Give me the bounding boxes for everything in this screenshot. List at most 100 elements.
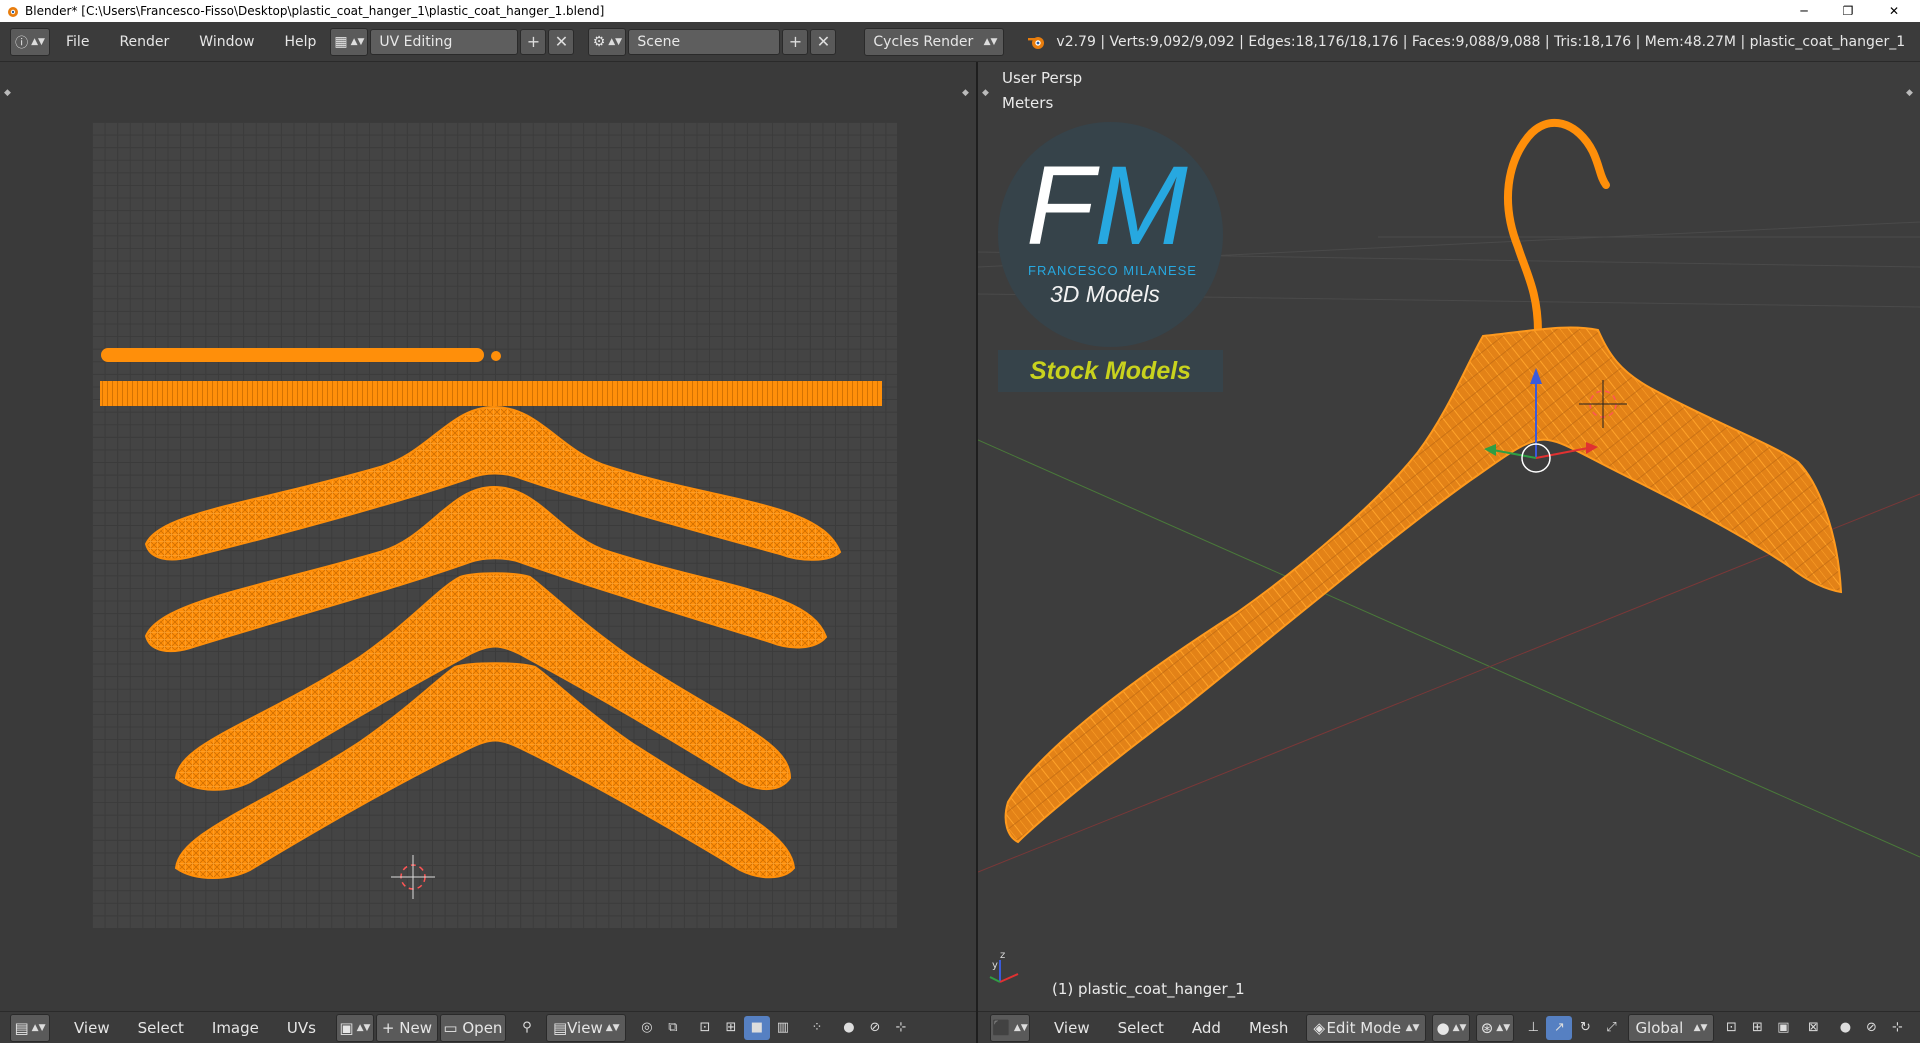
view-mode-icon: ▤ xyxy=(552,1018,568,1037)
solid-shading-icon: ● xyxy=(1436,1018,1450,1037)
restore-button[interactable]: ❐ xyxy=(1826,0,1870,22)
delete-scene-button[interactable]: ✕ xyxy=(810,28,837,55)
svg-text:y: y xyxy=(992,960,998,971)
uv-island-dot[interactable] xyxy=(491,351,501,361)
folder-icon: ▭ xyxy=(443,1018,458,1037)
menu-render[interactable]: Render xyxy=(113,28,175,56)
image-icon: ▣ xyxy=(339,1018,354,1037)
uv-island-edge-strip[interactable] xyxy=(100,381,882,406)
browse-image-button[interactable]: ▣ ▲▼ xyxy=(335,1013,374,1042)
uv-island-hook-strip[interactable] xyxy=(101,348,484,362)
transform-orientation-dropdown[interactable]: Global ▲▼ xyxy=(1628,1013,1715,1042)
limit-selection-icon[interactable]: ⊠ xyxy=(1800,1016,1826,1040)
snap-element-icon[interactable]: ⊹ xyxy=(888,1016,914,1040)
add-layout-button[interactable]: + xyxy=(520,28,547,55)
updown-arrows-icon: ▲▼ xyxy=(983,36,998,47)
face-select-icon[interactable]: ■ xyxy=(743,1015,770,1040)
pivot-point-dropdown[interactable]: ⊛ ▲▼ xyxy=(1476,1013,1515,1042)
vertex-select-icon[interactable]: ⊡ xyxy=(692,1016,718,1040)
3d-viewport[interactable]: ◆ ◆ User Persp Meters y z FM FRANCESCO M… xyxy=(978,62,1920,1011)
screen-layout-selector[interactable]: ▦ ▲▼ xyxy=(330,27,369,56)
vertex-select-mode-icon[interactable]: ⊡ xyxy=(1718,1016,1744,1040)
new-image-button[interactable]: + New xyxy=(375,1013,438,1042)
menu-select[interactable]: Select xyxy=(1104,1019,1178,1037)
proportional-edit-icon[interactable]: ● xyxy=(836,1016,862,1040)
interaction-mode-dropdown[interactable]: ◈ Edit Mode ▲▼ xyxy=(1306,1013,1427,1042)
face-select-mode-icon[interactable]: ▣ xyxy=(1770,1016,1796,1040)
info-header: ⓘ ▲▼ File Render Window Help ▦ ▲▼ UV Editi… xyxy=(0,22,1920,62)
translate-manipulator-icon[interactable]: ↗ xyxy=(1546,1015,1573,1040)
menu-file[interactable]: File xyxy=(60,28,95,56)
uv-editor-header: ▤ ▲▼ View Select Image UVs ▣ ▲▼ + New ▭ Op… xyxy=(0,1011,976,1043)
blender-logo-icon xyxy=(8,7,18,17)
close-button[interactable]: ✕ xyxy=(1872,0,1916,22)
render-engine-dropdown[interactable]: Cycles Render ▲▼ xyxy=(864,27,1005,56)
editor-type-selector[interactable]: ⬛ ▲▼ xyxy=(990,1013,1030,1042)
screen-layout-field[interactable]: UV Editing xyxy=(370,28,519,55)
scale-manipulator-icon[interactable]: ⤢ xyxy=(1598,1016,1624,1040)
image-mode-dropdown[interactable]: ▤ View ▲▼ xyxy=(545,1013,626,1042)
menu-window[interactable]: Window xyxy=(193,28,260,56)
2d-cursor-icon[interactable] xyxy=(391,855,435,899)
edge-select-mode-icon[interactable]: ⊞ xyxy=(1744,1016,1770,1040)
menu-select[interactable]: Select xyxy=(124,1019,198,1037)
plus-icon: + xyxy=(381,1018,395,1037)
stock-models-badge: Stock Models xyxy=(998,350,1223,392)
plus-icon: + xyxy=(526,32,541,51)
scene-stats: v2.79 | Verts:9,092/9,092 | Edges:18,176… xyxy=(1056,33,1906,50)
close-icon: ✕ xyxy=(554,32,569,51)
updown-arrows-icon: ▲▼ xyxy=(31,36,45,47)
3d-view-header: ⬛ ▲▼ View Select Add Mesh ◈ Edit Mode ▲▼ ● ▲… xyxy=(978,1011,1920,1043)
edge-select-icon[interactable]: ⊞ xyxy=(718,1016,744,1040)
minimize-button[interactable]: ─ xyxy=(1782,0,1826,22)
hanger-hook[interactable] xyxy=(1504,118,1610,336)
snap-magnet-icon[interactable]: ⊘ xyxy=(1858,1016,1884,1040)
menu-view[interactable]: View xyxy=(1040,1019,1104,1037)
brand-monogram: FM xyxy=(1026,143,1188,268)
menu-help[interactable]: Help xyxy=(278,28,322,56)
menu-view[interactable]: View xyxy=(60,1019,124,1037)
snap-element-icon[interactable]: ⊹ xyxy=(1884,1016,1910,1040)
svg-text:z: z xyxy=(1000,950,1005,961)
add-scene-button[interactable]: + xyxy=(782,28,809,55)
pivot-point-icon[interactable]: ◎ xyxy=(634,1016,660,1040)
menu-mesh[interactable]: Mesh xyxy=(1235,1019,1303,1037)
pin-image-icon[interactable]: ⚲ xyxy=(514,1016,540,1040)
island-select-icon[interactable]: ▥ xyxy=(770,1016,796,1040)
delete-layout-button[interactable]: ✕ xyxy=(548,28,575,55)
hanger-body[interactable] xyxy=(1004,326,1843,844)
rotate-manipulator-icon[interactable]: ↻ xyxy=(1572,1016,1598,1040)
edit-mode-icon: ◈ xyxy=(1313,1018,1325,1037)
menu-add[interactable]: Add xyxy=(1178,1019,1235,1037)
sync-selection-icon[interactable]: ⧉ xyxy=(660,1016,686,1040)
proportional-edit-icon[interactable]: ● xyxy=(1832,1016,1858,1040)
brand-name: FRANCESCO MILANESE xyxy=(1028,263,1197,278)
open-image-button[interactable]: ▭ Open xyxy=(439,1013,506,1042)
pivot-icon: ⊛ xyxy=(1480,1018,1494,1037)
close-icon: ✕ xyxy=(816,32,831,51)
active-object-label: (1) plastic_coat_hanger_1 xyxy=(1052,980,1245,998)
menu-image[interactable]: Image xyxy=(198,1019,273,1037)
scene-selector[interactable]: ⚙ ▲▼ xyxy=(588,27,627,56)
editor-type-selector[interactable]: ⓘ ▲▼ xyxy=(10,27,50,56)
blender-logo-icon xyxy=(1028,36,1045,49)
uv-image-editor[interactable]: ◆ ◆ xyxy=(0,62,976,1011)
layout-grid-icon: ▦ xyxy=(334,33,348,50)
sticky-selection-icon[interactable]: ⁘ xyxy=(804,1016,830,1040)
scene-icon: ⚙ xyxy=(592,33,606,50)
scene-field[interactable]: Scene xyxy=(628,28,781,55)
uv-islands[interactable] xyxy=(0,62,976,1011)
editor-type-selector[interactable]: ▤ ▲▼ xyxy=(10,1013,50,1042)
window-title-bar: Blender* [C:\Users\Francesco-Fisso\Deskt… xyxy=(0,0,1920,22)
window-title: Blender* [C:\Users\Francesco-Fisso\Deskt… xyxy=(25,4,605,18)
viewport-shading-dropdown[interactable]: ● ▲▼ xyxy=(1432,1013,1471,1042)
cube-icon: ⬛ xyxy=(992,1018,1011,1037)
snap-magnet-icon[interactable]: ⊘ xyxy=(862,1016,888,1040)
plus-icon: + xyxy=(788,32,803,51)
axis-orientation-gizmo: y z xyxy=(989,950,1019,983)
menu-uvs[interactable]: UVs xyxy=(273,1019,330,1037)
manipulator-toggle-icon[interactable]: ⊥ xyxy=(1520,1016,1546,1040)
image-editor-icon: ▤ xyxy=(14,1018,29,1037)
info-icon: ⓘ xyxy=(15,36,29,51)
brand-subtitle: 3D Models xyxy=(1050,281,1160,307)
